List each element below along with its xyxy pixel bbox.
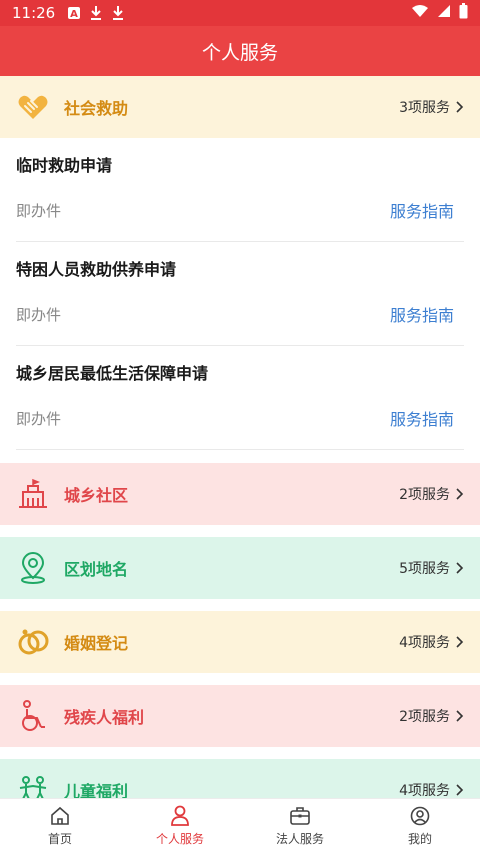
service-item[interactable]: 临时救助申请 即办件 服务指南 — [16, 138, 464, 242]
rings-icon — [16, 625, 50, 659]
service-guide-link[interactable]: 服务指南 — [390, 198, 454, 222]
page-title: 个人服务 — [201, 41, 278, 64]
service-name: 城乡居民最低生活保障申请 — [16, 364, 209, 383]
profile-icon — [410, 805, 430, 827]
category-title: 城乡社区 — [64, 486, 129, 505]
download-icon — [89, 5, 103, 21]
chevron-right-icon — [456, 101, 464, 113]
category-count[interactable]: 4项服务 — [399, 780, 464, 798]
map-pin-icon — [16, 551, 50, 585]
category-count[interactable]: 4项服务 — [399, 632, 464, 652]
briefcase-icon — [289, 805, 311, 827]
chevron-right-icon — [456, 784, 464, 796]
font-app-icon: A — [67, 6, 81, 20]
category-count[interactable]: 3项服务 — [399, 97, 464, 117]
wifi-icon — [411, 4, 429, 22]
nav-label: 我的 — [407, 831, 432, 846]
category-title: 残疾人福利 — [64, 708, 145, 727]
status-bar: 11:26 A — [0, 0, 480, 26]
category-title: 社会救助 — [64, 99, 129, 118]
category-social-assistance[interactable]: 社会救助 3项服务 — [0, 76, 480, 138]
battery-icon — [459, 3, 468, 23]
download-icon — [111, 5, 125, 21]
service-type: 即办件 — [16, 410, 62, 428]
category-marriage-registration[interactable]: 婚姻登记 4项服务 — [0, 611, 480, 673]
service-name: 特困人员救助供养申请 — [16, 260, 177, 279]
status-time: 11:26 — [12, 4, 56, 22]
children-icon — [16, 773, 50, 798]
nav-label: 法人服务 — [275, 831, 324, 846]
category-count-text: 2项服务 — [399, 709, 450, 725]
category-count-text: 4项服务 — [399, 635, 450, 651]
service-item[interactable]: 城乡居民最低生活保障申请 即办件 服务指南 — [16, 346, 464, 450]
handshake-icon — [16, 90, 50, 124]
category-title: 婚姻登记 — [64, 634, 129, 653]
nav-home[interactable]: 首页 — [0, 799, 120, 852]
home-icon — [50, 805, 70, 827]
category-count-text: 3项服务 — [399, 100, 450, 116]
chevron-right-icon — [456, 562, 464, 574]
service-type: 即办件 — [16, 202, 62, 220]
service-item[interactable]: 特困人员救助供养申请 即办件 服务指南 — [16, 242, 464, 346]
category-count[interactable]: 5项服务 — [399, 558, 464, 578]
category-urban-rural-community[interactable]: 城乡社区 2项服务 — [0, 463, 480, 525]
category-title: 区划地名 — [64, 560, 129, 579]
person-icon — [170, 805, 190, 827]
service-name: 临时救助申请 — [16, 156, 113, 175]
category-count-text: 2项服务 — [399, 487, 450, 503]
category-disability-welfare[interactable]: 残疾人福利 2项服务 — [0, 685, 480, 747]
nav-label: 首页 — [47, 831, 72, 846]
category-administrative-division[interactable]: 区划地名 5项服务 — [0, 537, 480, 599]
bottom-nav: 首页 个人服务 法人服务 我的 — [0, 798, 480, 852]
nav-personal-services[interactable]: 个人服务 — [120, 799, 240, 852]
category-title: 儿童福利 — [64, 782, 129, 798]
category-count-text: 5项服务 — [399, 561, 450, 577]
chevron-right-icon — [456, 636, 464, 648]
category-count[interactable]: 2项服务 — [399, 484, 464, 504]
app-header: 个人服务 — [0, 26, 480, 76]
community-building-icon — [16, 477, 50, 511]
service-guide-link[interactable]: 服务指南 — [390, 302, 454, 326]
signal-icon — [437, 4, 451, 22]
service-list[interactable]: 社会救助 3项服务 临时救助申请 即办件 服务指南 特困人员救助供养申请 即办件… — [0, 76, 480, 798]
category-child-welfare[interactable]: 儿童福利 4项服务 — [0, 759, 480, 798]
service-type: 即办件 — [16, 306, 62, 324]
category-count-text: 4项服务 — [399, 783, 450, 798]
chevron-right-icon — [456, 710, 464, 722]
category-count[interactable]: 2项服务 — [399, 706, 464, 726]
nav-label: 个人服务 — [155, 831, 204, 846]
svg-text:A: A — [70, 9, 78, 20]
nav-corporate-services[interactable]: 法人服务 — [240, 799, 360, 852]
nav-mine[interactable]: 我的 — [360, 799, 480, 852]
chevron-right-icon — [456, 488, 464, 500]
service-guide-link[interactable]: 服务指南 — [390, 406, 454, 430]
wheelchair-icon — [16, 699, 50, 733]
